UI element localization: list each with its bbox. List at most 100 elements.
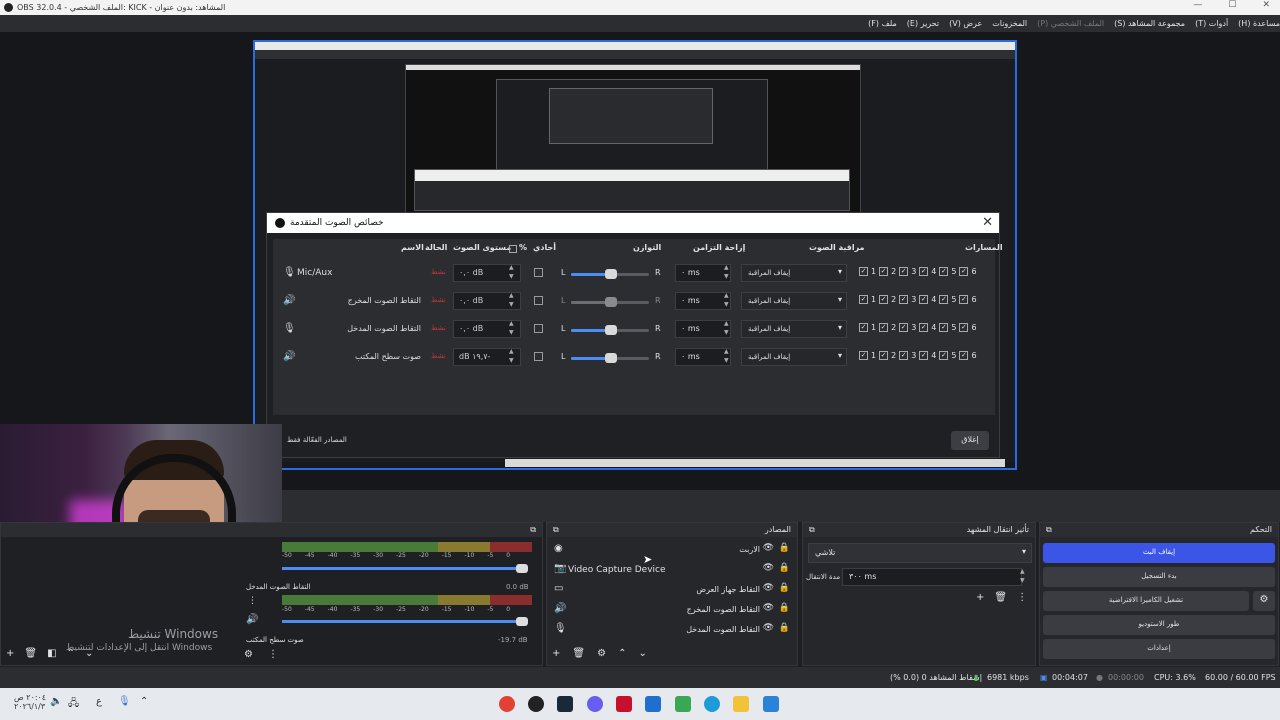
trash-icon[interactable]: 🗑	[994, 592, 1007, 603]
offset-spinner[interactable]: ▲ ▼	[724, 291, 729, 309]
mono-checkbox[interactable]	[534, 296, 543, 305]
transition-select[interactable]: تلاشي ▾	[808, 543, 1032, 563]
header-sync-offset: إزاحة التزامن	[693, 243, 746, 252]
start-virtual-camera-button[interactable]: تشغيل الكاميرا الافتراضية	[1043, 591, 1249, 611]
filter-icon[interactable]: ◧	[47, 648, 56, 659]
dialog-close-icon[interactable]: ✕	[982, 215, 993, 230]
volume-spinner[interactable]: ▲ ▼	[509, 263, 514, 281]
lock-icon[interactable]: 🔒	[779, 623, 790, 633]
mono-checkbox[interactable]	[534, 324, 543, 333]
volume-slider-knob[interactable]	[516, 617, 528, 626]
menu-profile[interactable]: الملف الشخصي (P)	[1037, 19, 1104, 28]
gear-icon[interactable]: ⚙	[597, 648, 606, 659]
eye-icon[interactable]: 👁	[763, 583, 774, 593]
steam-icon[interactable]	[557, 696, 573, 712]
mic-icon[interactable]: 🎙	[118, 696, 131, 707]
source-item[interactable]: 🔊 التقاط الصوت المخرج 👁 🔒	[548, 600, 796, 620]
gear-icon[interactable]: ⚙	[244, 649, 253, 660]
eye-icon[interactable]: 👁	[763, 543, 774, 553]
balance-slider[interactable]	[571, 297, 649, 307]
eye-icon[interactable]: 👁	[763, 623, 774, 633]
volume-icon[interactable]: 🔈	[50, 696, 62, 707]
maximize-icon[interactable]: ☐	[1228, 0, 1236, 10]
eye-icon[interactable]: 👁	[763, 563, 774, 573]
volume-spinner[interactable]: ▲ ▼	[509, 319, 514, 337]
add-icon[interactable]: +	[552, 648, 560, 659]
add-icon[interactable]: +	[6, 648, 14, 659]
acrobat-icon[interactable]	[616, 696, 632, 712]
sync-offset-field[interactable]: ٠ ms	[675, 320, 731, 338]
balance-slider[interactable]	[571, 353, 649, 363]
lock-icon[interactable]: 🔒	[779, 563, 790, 573]
chevron-up-icon[interactable]: ⌃	[618, 648, 626, 659]
mono-checkbox[interactable]	[534, 352, 543, 361]
minimize-icon[interactable]: —	[1193, 0, 1202, 10]
mono-checkbox[interactable]	[534, 268, 543, 277]
sync-offset-field[interactable]: ٠ ms	[675, 348, 731, 366]
settings-button[interactable]: إعدادات	[1043, 639, 1275, 659]
stop-streaming-button[interactable]: إيقاف البث	[1043, 543, 1275, 563]
photos-icon[interactable]	[675, 696, 691, 712]
chevron-down-icon[interactable]: ⌄	[638, 648, 646, 659]
discord-icon[interactable]	[587, 696, 603, 712]
volume-spinner[interactable]: ▲ ▼	[509, 347, 514, 365]
add-icon[interactable]: +	[976, 592, 984, 603]
menu-docks[interactable]: المخزونات	[992, 19, 1027, 28]
menu-help[interactable]: مساعدة (H)	[1238, 19, 1280, 28]
lock-icon[interactable]: 🔒	[779, 543, 790, 553]
sync-offset-field[interactable]: ٠ ms	[675, 264, 731, 282]
offset-spinner[interactable]: ▲ ▼	[724, 347, 729, 365]
header-percent-checkbox[interactable]	[509, 245, 517, 253]
volume-spinner[interactable]: ▲ ▼	[509, 291, 514, 309]
edge-icon[interactable]	[704, 696, 720, 712]
menu-tools[interactable]: أدوات (T)	[1195, 19, 1228, 28]
source-item[interactable]: 🎙 التقاط الصوت المدخل 👁 🔒	[548, 620, 796, 640]
monitoring-select[interactable]: إيقاف المراقبة ▾	[741, 264, 847, 282]
menu-edit[interactable]: تحرير (E)	[907, 19, 939, 28]
volume-slider-knob[interactable]	[516, 564, 528, 573]
gear-icon[interactable]: ⚙	[1253, 591, 1275, 611]
active-only-checkbox[interactable]: المصادر الفعّالة فقط	[287, 436, 347, 444]
menu-view[interactable]: عرض (V)	[949, 19, 982, 28]
close-icon[interactable]: ✕	[1262, 0, 1270, 10]
windows-start-icon[interactable]	[763, 696, 779, 712]
sync-offset-field[interactable]: ٠ ms	[675, 292, 731, 310]
source-item[interactable]: 📷 Video Capture Device 👁 🔒	[548, 560, 796, 580]
menu-scene-collection[interactable]: مجموعة المشاهد (S)	[1114, 19, 1185, 28]
monitoring-select[interactable]: إيقاف المراقبة ▾	[741, 320, 847, 338]
close-button[interactable]: إغلاق	[951, 431, 989, 450]
chevron-up-icon[interactable]: ⌃	[140, 696, 148, 707]
eye-icon[interactable]: 👁	[763, 603, 774, 613]
trash-icon[interactable]: 🗑	[572, 648, 585, 659]
kebab-menu-icon[interactable]: ⋮	[268, 649, 278, 660]
lock-icon[interactable]: 🔒	[779, 583, 790, 593]
store-icon[interactable]	[645, 696, 661, 712]
speaker-icon: 🔊	[283, 351, 296, 362]
offset-spinner[interactable]: ▲ ▼	[724, 319, 729, 337]
source-item[interactable]: ◉ الاربت 👁 🔒	[548, 540, 796, 560]
duration-spinner[interactable]: ▲ ▼	[1020, 567, 1025, 585]
chrome-icon[interactable]	[499, 696, 515, 712]
menu-file[interactable]: ملف (F)	[868, 19, 897, 28]
trash-icon[interactable]: 🗑	[24, 648, 37, 659]
monitoring-select[interactable]: إيقاف المراقبة ▾	[741, 348, 847, 366]
lock-icon[interactable]: 🔒	[779, 603, 790, 613]
kebab-menu-icon[interactable]: ⋮	[1017, 592, 1027, 603]
volume-slider[interactable]	[282, 567, 522, 570]
obs-icon[interactable]	[528, 696, 544, 712]
start-recording-button[interactable]: بدء التسجيل	[1043, 567, 1275, 587]
language-icon[interactable]: ع	[96, 696, 102, 707]
monitoring-select[interactable]: إيقاف المراقبة ▾	[741, 292, 847, 310]
balance-slider[interactable]	[571, 269, 649, 279]
volume-slider[interactable]	[282, 620, 522, 623]
studio-mode-button[interactable]: طور الاستوديو	[1043, 615, 1275, 635]
source-item[interactable]: ▭ التقاط جهاز العرض 👁 🔒	[548, 580, 796, 600]
kebab-menu-icon[interactable]: ⋮	[248, 596, 257, 606]
speaker-icon[interactable]: 🔊	[246, 614, 258, 625]
network-icon[interactable]: 🖧	[68, 696, 79, 713]
folder-icon[interactable]	[733, 696, 749, 712]
clock[interactable]: ٢٠:٠٤ ص ٢٠٢٦/١/٣	[14, 693, 46, 711]
offset-spinner[interactable]: ▲ ▼	[724, 263, 729, 281]
balance-slider[interactable]	[571, 325, 649, 335]
duration-field[interactable]: ٣٠٠ ms	[842, 568, 1022, 586]
